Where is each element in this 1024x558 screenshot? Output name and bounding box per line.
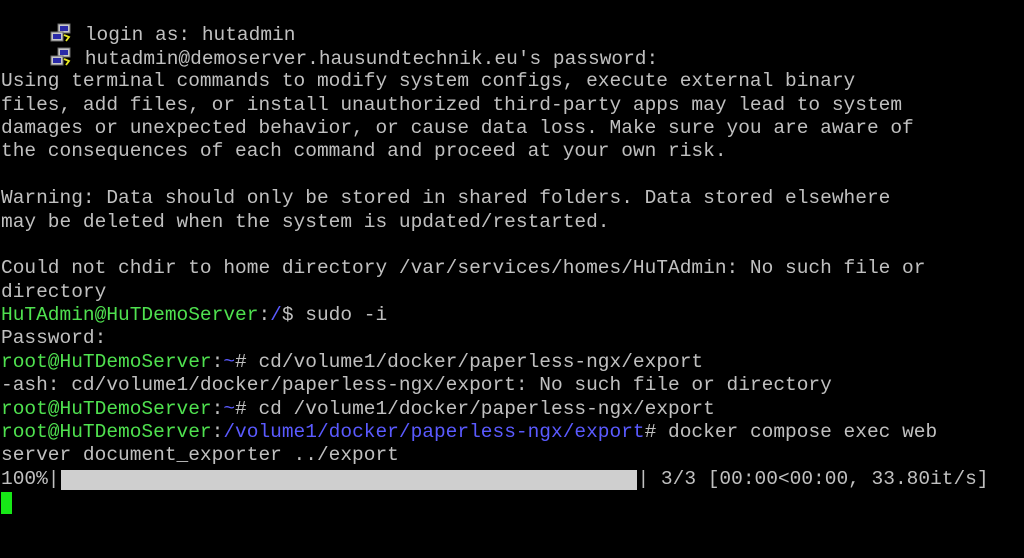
warning-text-line: damages or unexpected behavior, or cause… xyxy=(1,116,914,139)
terminal-cursor xyxy=(1,492,12,514)
prompt-separator: : xyxy=(211,421,224,444)
prompt-path: / xyxy=(270,304,282,327)
prompt-line: root@HuTDemoServer:~# cd/volume1/docker/… xyxy=(0,351,1024,374)
shell-error-line: -ash: cd/volume1/docker/paperless-ngx/ex… xyxy=(1,374,832,397)
prompt-separator: : xyxy=(211,397,224,420)
command-continuation-line: server document_exporter ../export xyxy=(1,444,399,467)
progress-suffix: | 3/3 [00:00<00:00, 33.80it/s] xyxy=(637,467,989,490)
password-prompt: hutadmin@demoserver.hausundtechnik.eu's … xyxy=(84,47,659,70)
data-warning-line: Warning: Data should only be stored in s… xyxy=(1,187,891,210)
command-text: # cd /volume1/docker/paperless-ngx/expor… xyxy=(235,397,715,420)
password-prompt-line: Password: xyxy=(1,327,107,350)
prompt-line: root@HuTDemoServer:/volume1/docker/paper… xyxy=(0,421,1024,444)
prompt-path: ~ xyxy=(223,397,236,420)
progress-line: 100%| | 3/3 [00:00<00:00, 33.80it/s] xyxy=(0,468,1024,491)
prompt-line: root@HuTDemoServer:~# cd /volume1/docker… xyxy=(0,398,1024,421)
prompt-separator: : xyxy=(258,304,271,327)
prompt-path: ~ xyxy=(223,350,236,373)
login-prompt: login as: hutadmin xyxy=(84,24,296,47)
prompt-user-host: root@HuTDemoServer xyxy=(1,421,212,444)
warning-text-line: files, add files, or install unauthorize… xyxy=(1,93,903,116)
putty-password-icon xyxy=(50,47,71,66)
data-warning-line: may be deleted when the system is update… xyxy=(1,210,610,233)
warning-text-line: the consequences of each command and pro… xyxy=(1,140,727,163)
putty-login-icon xyxy=(50,23,71,42)
prompt-line: HuTAdmin@HuTDemoServer:/$ sudo -i xyxy=(0,304,1024,327)
prompt-user-host: root@HuTDemoServer xyxy=(1,350,212,373)
prompt-user-host: root@HuTDemoServer xyxy=(1,397,212,420)
command-text: # docker compose exec web xyxy=(644,421,938,444)
command-text: # cd/volume1/docker/paperless-ngx/export xyxy=(235,350,704,373)
prompt-user-host: HuTAdmin@HuTDemoServer xyxy=(1,304,259,327)
warning-text-line: Using terminal commands to modify system… xyxy=(1,70,856,93)
progress-percent: 100%| xyxy=(1,467,60,490)
prompt-path: /volume1/docker/paperless-ngx/export xyxy=(223,421,645,444)
chdir-error-line: directory xyxy=(1,280,107,303)
login-line: login as: hutadmin xyxy=(0,0,1024,46)
command-text: $ sudo -i xyxy=(281,304,388,327)
prompt-separator: : xyxy=(211,350,224,373)
terminal-window[interactable]: login as: hutadmin hutadmin@demoserver.h… xyxy=(0,0,1024,558)
progress-bar xyxy=(60,469,637,490)
chdir-error-line: Could not chdir to home directory /var/s… xyxy=(1,257,926,280)
